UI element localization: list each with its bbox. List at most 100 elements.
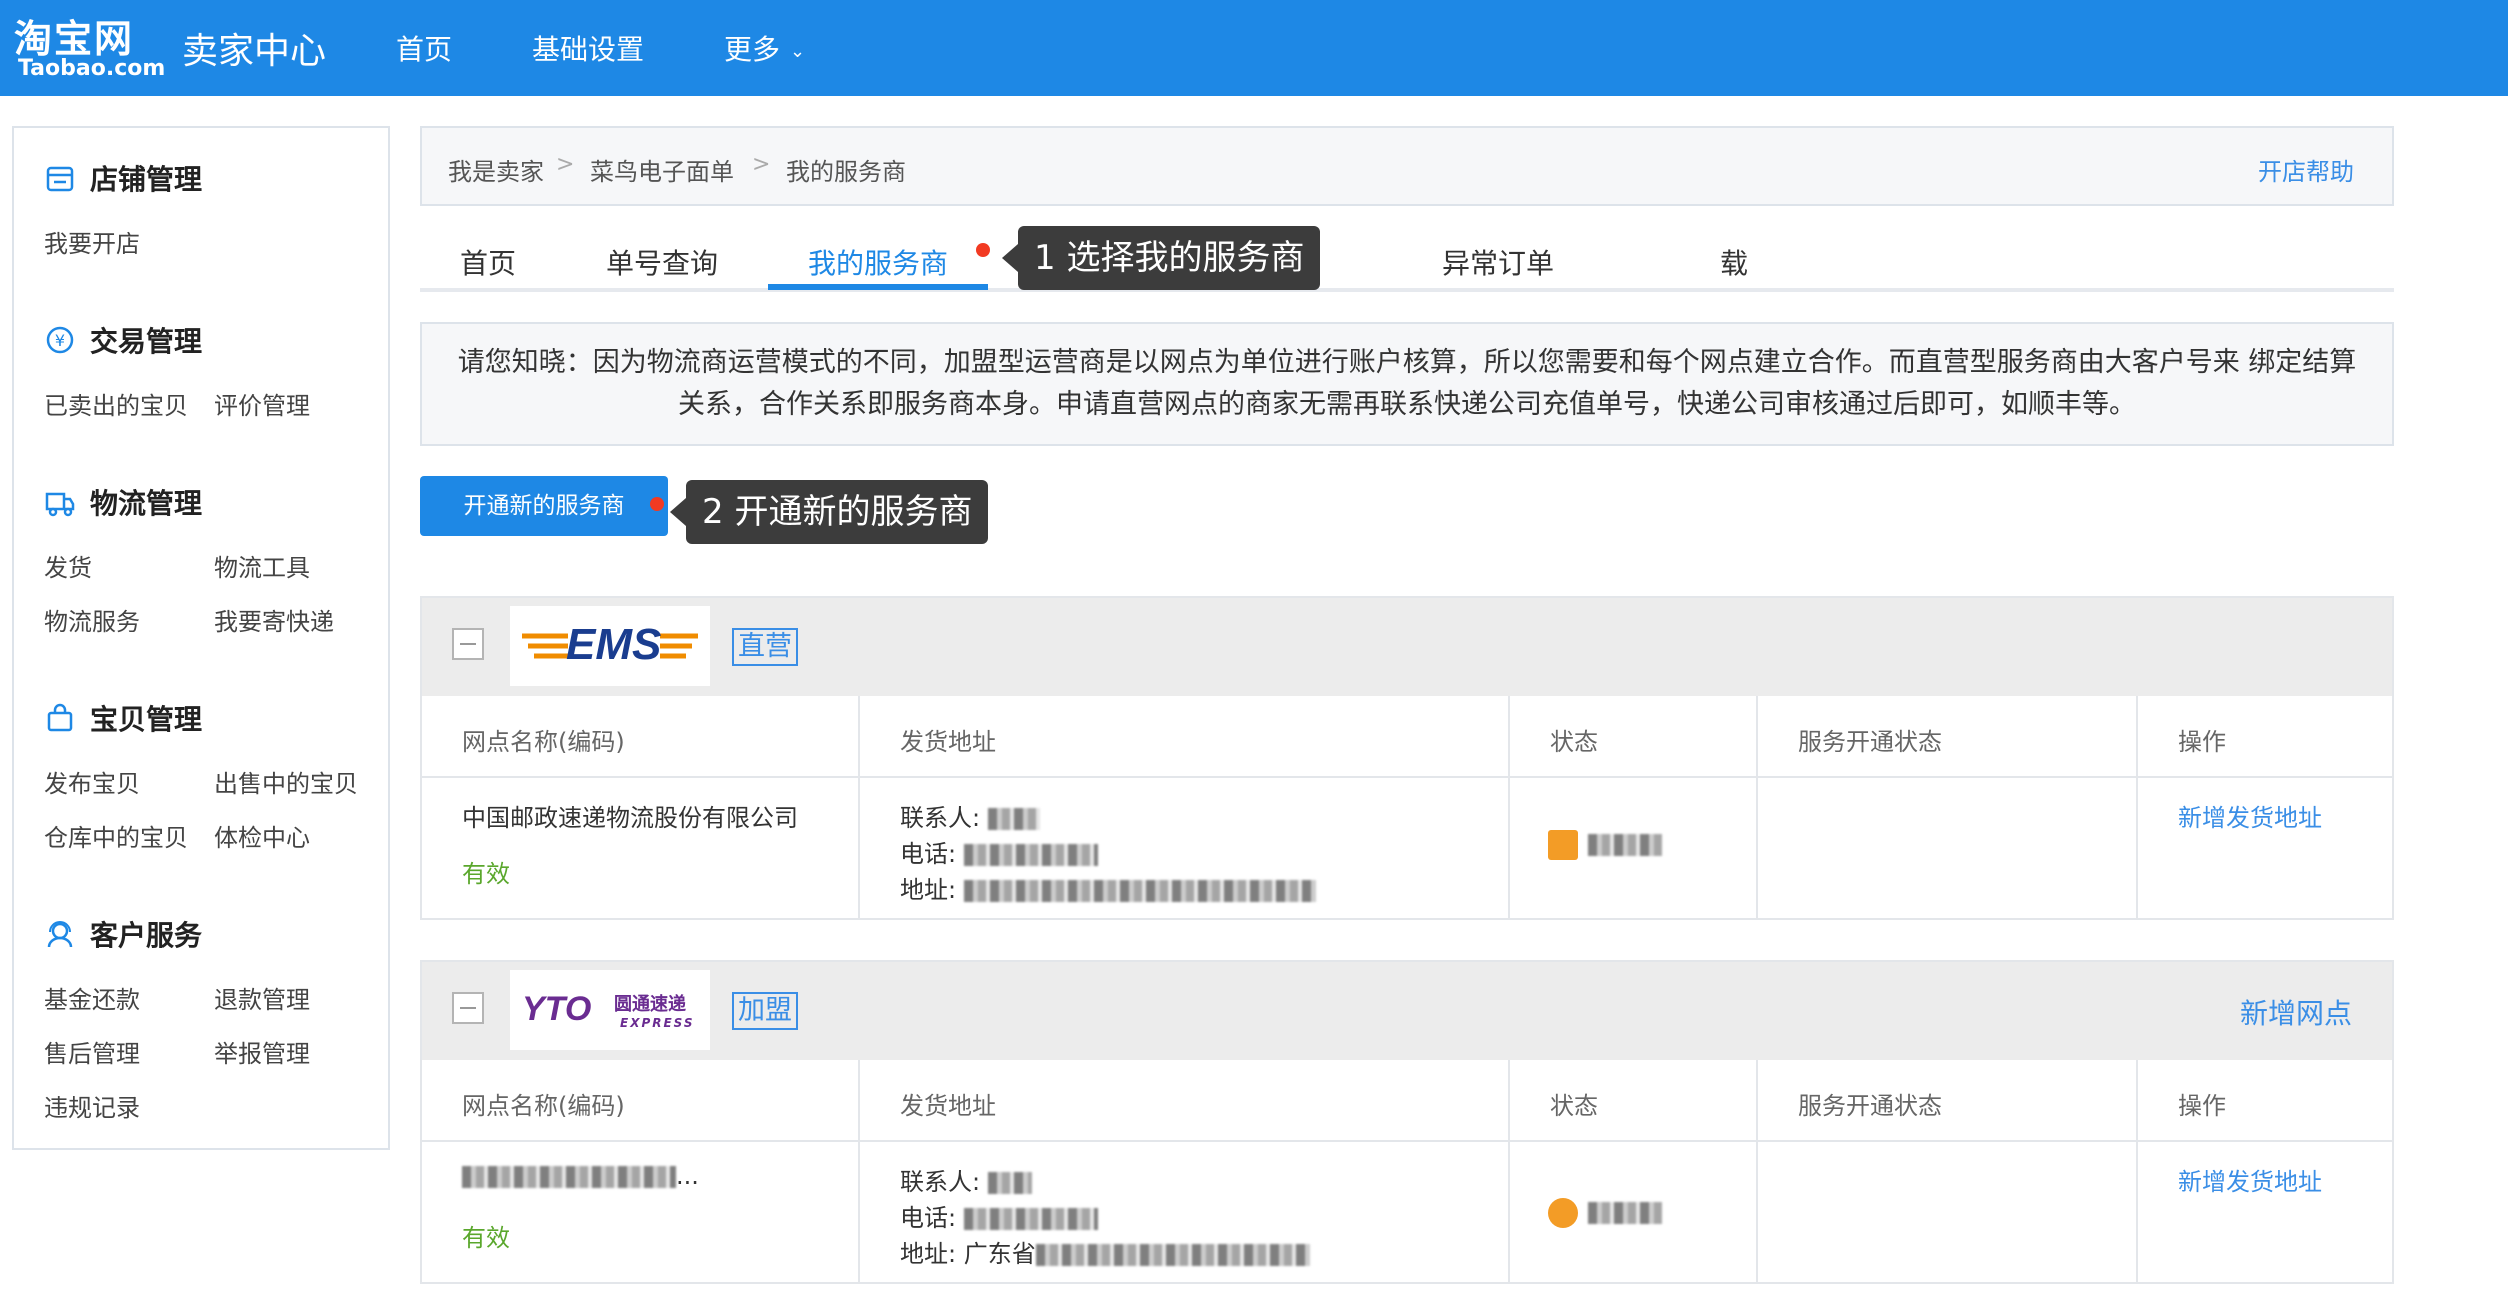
provider-panel-ems: EMS 直营 网点名称(编码) 发货地址 状态 服务开通状态 操作 中国邮政速递…: [420, 596, 2394, 920]
address-row: 地址:: [900, 870, 1316, 905]
sidebar-link-sold-items[interactable]: 已卖出的宝贝: [44, 386, 188, 421]
provider-type-badge: 直营: [732, 628, 798, 666]
add-network-point-link[interactable]: 新增网点: [2240, 992, 2352, 1032]
validity-status: 有效: [462, 860, 510, 888]
validity-status: 有效: [462, 1224, 510, 1252]
annotation-tooltip-1: 1 选择我的服务商: [1001, 226, 1321, 290]
address-row: 地址: 广东省: [900, 1234, 1310, 1269]
phone-label: 电话:: [900, 1204, 957, 1232]
sidebar-link-items-on-sale[interactable]: 出售中的宝贝: [214, 764, 358, 799]
phone-row: 电话:: [900, 1198, 1098, 1233]
sidebar-link-reports[interactable]: 举报管理: [214, 1034, 310, 1069]
sidebar-link-reviews[interactable]: 评价管理: [214, 386, 310, 421]
sidebar-section-title: 宝贝管理: [90, 703, 203, 736]
sidebar-section-title: 交易管理: [90, 325, 203, 358]
breadcrumb-item-seller[interactable]: 我是卖家: [448, 152, 544, 187]
contact-label: 联系人:: [900, 1168, 981, 1196]
table-header-row: 网点名称(编码) 发货地址 状态 服务开通状态 操作: [422, 1060, 2392, 1142]
sidebar-link-send-express[interactable]: 我要寄快递: [214, 602, 334, 637]
yto-logo-cn: 圆通速递: [614, 994, 686, 1015]
sidebar-section-header: 宝贝管理: [44, 698, 202, 738]
redacted-address: [963, 880, 1316, 902]
column-divider: [2136, 696, 2138, 918]
sidebar-link-logistics-service[interactable]: 物流服务: [44, 602, 140, 637]
sidebar-link-health-check[interactable]: 体检中心: [214, 818, 310, 853]
column-header-address: 发货地址: [900, 1092, 996, 1120]
sidebar-section-title: 店铺管理: [90, 163, 203, 196]
sidebar-section-header: 物流管理: [44, 482, 202, 522]
top-nav-bar: 淘宝网 Taobao.com 卖家中心 首页 基础设置 更多 ⌄: [0, 0, 2508, 96]
redacted-phone: [963, 1208, 1098, 1230]
sidebar-section-header: ¥ 交易管理: [44, 320, 202, 360]
tab-tracking-query[interactable]: 单号查询: [606, 242, 718, 282]
redacted-contact: [987, 808, 1040, 830]
contact-label: 联系人:: [900, 804, 981, 832]
logo-main-text: 淘宝网: [14, 17, 135, 61]
table-header-row: 网点名称(编码) 发货地址 状态 服务开通状态 操作: [422, 696, 2392, 778]
nav-more[interactable]: 更多 ⌄: [724, 28, 805, 68]
contact-row: 联系人:: [900, 798, 1040, 833]
add-shipping-address-link[interactable]: 新增发货地址: [2178, 798, 2322, 833]
redacted-contact: [987, 1172, 1032, 1194]
breadcrumb-item-cainiao[interactable]: 菜鸟电子面单: [590, 152, 734, 187]
provider-name: ...: [462, 1162, 699, 1190]
sidebar-link-open-shop[interactable]: 我要开店: [44, 224, 140, 259]
sidebar-link-items-in-warehouse[interactable]: 仓库中的宝贝: [44, 818, 188, 853]
redacted-phone: [963, 844, 1098, 866]
status-icon: [1548, 1198, 1578, 1228]
sidebar-link-violations[interactable]: 违规记录: [44, 1088, 140, 1123]
nav-more-label: 更多: [724, 33, 781, 66]
nav-home[interactable]: 首页: [396, 28, 452, 68]
open-shop-help-link[interactable]: 开店帮助: [2258, 152, 2354, 187]
open-new-provider-button[interactable]: 开通新的服务商: [420, 476, 668, 536]
seller-center-title: 卖家中心: [182, 31, 327, 72]
column-divider: [2136, 1060, 2138, 1282]
column-divider: [1756, 1060, 1758, 1282]
column-divider: [1756, 696, 1758, 918]
add-shipping-address-link[interactable]: 新增发货地址: [2178, 1162, 2322, 1197]
column-header-address: 发货地址: [900, 728, 996, 756]
column-header-name: 网点名称(编码): [462, 728, 625, 756]
sidebar-link-fund-repay[interactable]: 基金还款: [44, 980, 140, 1015]
sidebar-section-header: 店铺管理: [44, 158, 202, 198]
provider-panel-header: EMS 直营: [422, 598, 2392, 696]
nav-basic-settings[interactable]: 基础设置: [532, 28, 644, 68]
column-divider: [1508, 696, 1510, 918]
tab-home[interactable]: 首页: [460, 242, 516, 282]
sidebar-link-refunds[interactable]: 退款管理: [214, 980, 310, 1015]
sidebar-section-title: 物流管理: [90, 487, 203, 520]
status-icon: [1548, 830, 1578, 860]
truck-icon: [45, 492, 75, 517]
customer-service-icon: [47, 921, 73, 948]
ems-logo-text: EMS: [566, 620, 662, 669]
ems-logo: EMS: [510, 606, 710, 686]
collapse-toggle[interactable]: [452, 628, 484, 660]
tab-my-providers[interactable]: 我的服务商: [808, 242, 948, 282]
column-divider: [1508, 1060, 1510, 1282]
provider-type-badge: 加盟: [732, 992, 798, 1030]
breadcrumb-item-my-providers: 我的服务商: [786, 158, 906, 186]
tab-abnormal-orders[interactable]: 异常订单: [1442, 242, 1554, 282]
redacted-status: [1588, 1202, 1662, 1224]
column-header-action: 操作: [2178, 728, 2226, 756]
svg-text:¥: ¥: [55, 331, 65, 350]
active-tab-indicator: [768, 284, 988, 290]
address-label: 地址:: [900, 876, 957, 904]
yto-logo: YTO 圆通速递 EXPRESS: [510, 970, 710, 1050]
provider-name-ellipsis: ...: [676, 1162, 699, 1190]
sidebar: 店铺管理 我要开店 ¥ 交易管理 已卖出的宝贝 评价管理 物流管理 发货 物流工…: [12, 126, 390, 1150]
column-header-status: 状态: [1550, 1092, 1598, 1120]
currency-icon: ¥: [46, 326, 74, 354]
sidebar-link-after-sales[interactable]: 售后管理: [44, 1034, 140, 1069]
column-divider: [858, 1060, 860, 1282]
tab-download[interactable]: 载: [1720, 242, 1748, 282]
collapse-toggle[interactable]: [452, 992, 484, 1024]
column-divider: [858, 696, 860, 918]
redacted-status: [1588, 834, 1662, 856]
sidebar-link-logistics-tools[interactable]: 物流工具: [214, 548, 310, 583]
provider-name: 中国邮政速递物流股份有限公司: [462, 804, 798, 832]
sidebar-link-ship[interactable]: 发货: [44, 548, 92, 583]
taobao-logo[interactable]: 淘宝网 Taobao.com: [14, 8, 165, 84]
sidebar-link-publish-item[interactable]: 发布宝贝: [44, 764, 140, 799]
shop-icon: [46, 166, 74, 192]
